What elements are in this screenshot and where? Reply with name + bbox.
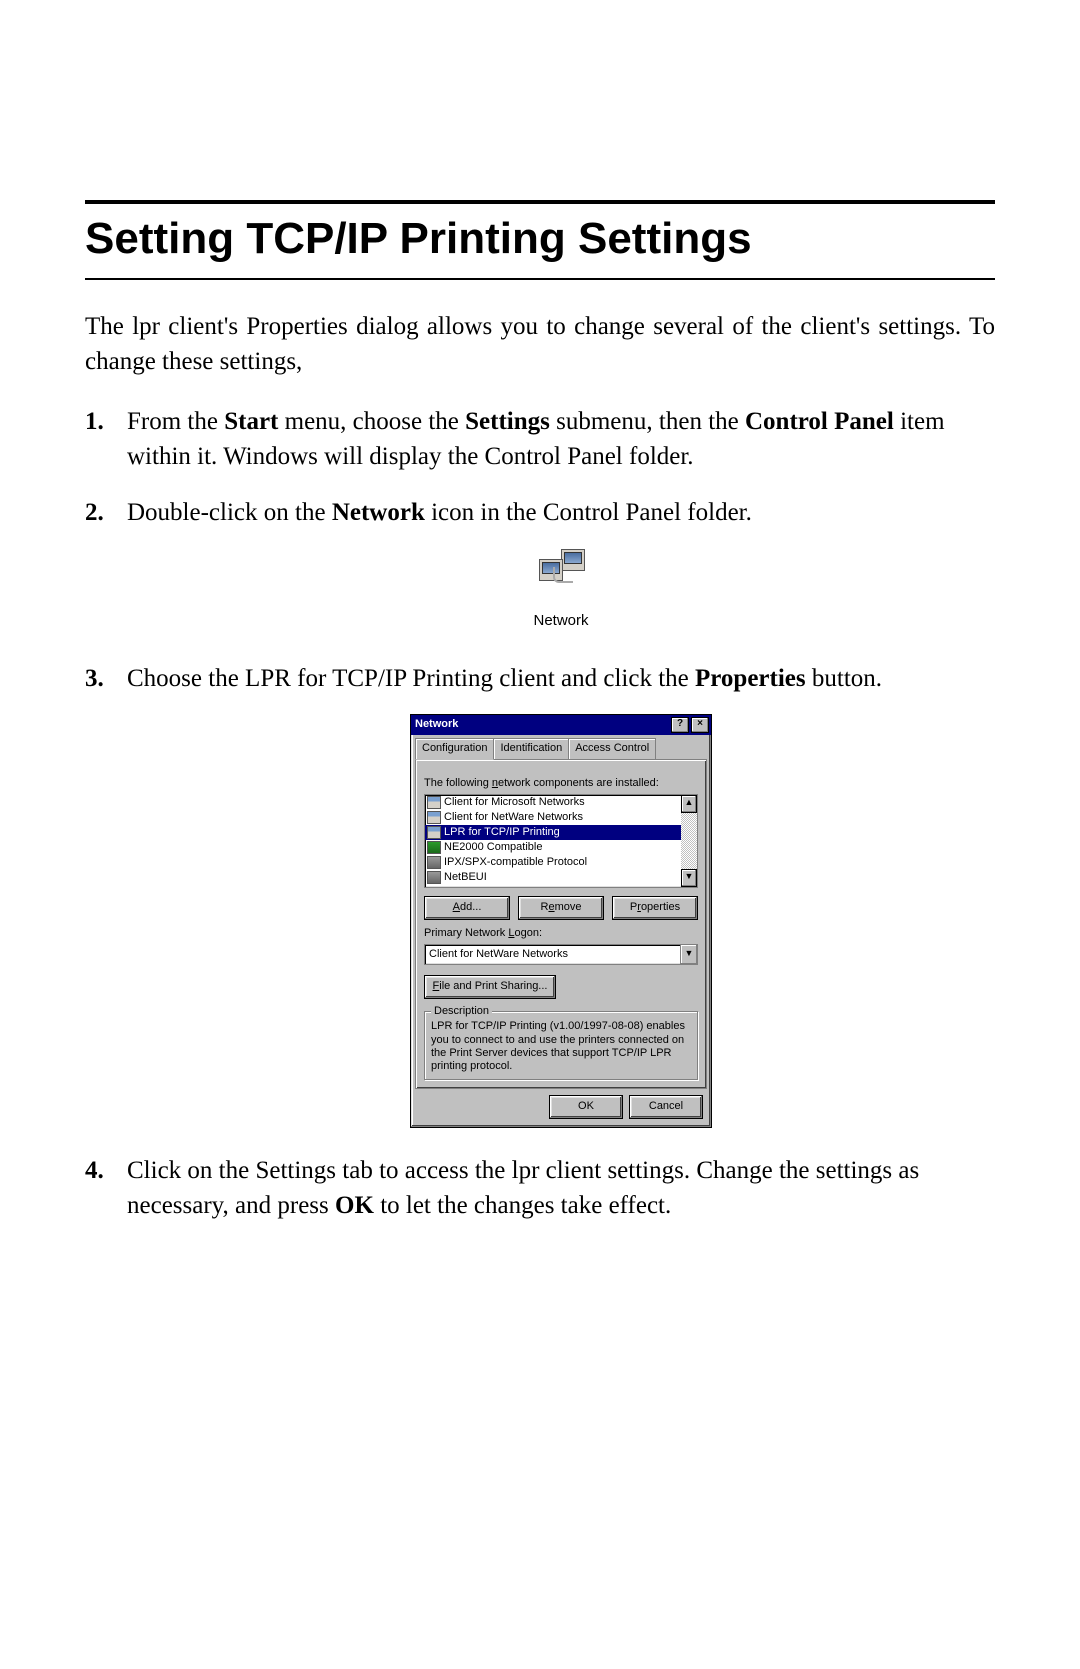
list-item-client-ms[interactable]: Client for Microsoft Networks (425, 795, 681, 810)
top-rule (85, 200, 995, 204)
step-4: Click on the Settings tab to access the … (85, 1154, 995, 1223)
add-button[interactable]: Add... (424, 896, 510, 920)
help-button[interactable]: ? (671, 717, 689, 733)
remove-button[interactable]: Remove (518, 896, 604, 920)
properties-button[interactable]: Properties (612, 896, 698, 920)
protocol-icon (427, 871, 441, 884)
step-4-text-b: to let the changes take effect. (374, 1192, 671, 1219)
step-3-bold-properties: Properties (695, 665, 806, 692)
client-icon (427, 796, 441, 809)
step-1-text-b: menu, choose the (278, 408, 465, 435)
list-item-netbeui[interactable]: NetBEUI (425, 870, 681, 885)
step-1-bold-start: Start (224, 408, 278, 435)
step-2: Double-click on the Network icon in the … (85, 496, 995, 636)
network-icon (539, 549, 583, 589)
tab-access-control[interactable]: Access Control (568, 738, 656, 759)
adapter-icon (427, 841, 441, 854)
network-icon-caption: Network (533, 612, 588, 629)
primary-logon-value: Client for NetWare Networks (425, 945, 680, 964)
step-4-bold-ok: OK (335, 1192, 374, 1219)
description-legend: Description (431, 1004, 492, 1019)
scroll-track[interactable] (681, 813, 697, 869)
client-icon (427, 811, 441, 824)
list-item-ne2000[interactable]: NE2000 Compatible (425, 840, 681, 855)
description-text: LPR for TCP/IP Printing (v1.00/1997-08-0… (431, 1020, 691, 1073)
components-label: The following network components are ins… (424, 776, 698, 791)
file-print-sharing-button[interactable]: File and Print Sharing... (424, 975, 556, 999)
step-3-text-b: button. (806, 665, 882, 692)
step-1-text-a: From the (127, 408, 224, 435)
description-group: Description LPR for TCP/IP Printing (v1.… (424, 1011, 698, 1080)
list-item-lpr-tcpip[interactable]: LPR for TCP/IP Printing (425, 825, 681, 840)
step-1: From the Start menu, choose the Settings… (85, 405, 995, 474)
scroll-up-button[interactable]: ▲ (681, 795, 697, 813)
step-1-bold-control-panel: Control Panel (745, 408, 894, 435)
network-dialog: Network ? × Configuration Identification… (410, 714, 712, 1128)
close-button[interactable]: × (691, 717, 709, 733)
primary-logon-combo[interactable]: Client for NetWare Networks ▼ (424, 944, 698, 965)
step-1-text-c: submenu, then the (550, 408, 745, 435)
page-title: Setting TCP/IP Printing Settings (85, 214, 995, 264)
step-2-text-b: icon in the Control Panel folder. (425, 499, 752, 526)
list-item-ipxspx[interactable]: IPX/SPX-compatible Protocol (425, 855, 681, 870)
tab-strip: Configuration Identification Access Cont… (415, 739, 707, 759)
dialog-title: Network (415, 717, 669, 732)
step-2-text-a: Double-click on the (127, 499, 332, 526)
step-1-bold-settings: Settings (465, 408, 550, 435)
list-item-client-netware[interactable]: Client for NetWare Networks (425, 810, 681, 825)
ok-button[interactable]: OK (549, 1095, 623, 1119)
tab-configuration[interactable]: Configuration (415, 738, 494, 760)
dialog-titlebar[interactable]: Network ? × (411, 715, 711, 735)
cancel-button[interactable]: Cancel (629, 1095, 703, 1119)
step-2-bold-network: Network (332, 499, 425, 526)
step-3: Choose the LPR for TCP/IP Printing clien… (85, 662, 995, 1129)
client-icon (427, 826, 441, 839)
scroll-down-button[interactable]: ▼ (681, 869, 697, 887)
listbox-scrollbar[interactable]: ▲ ▼ (681, 795, 697, 887)
tab-identification[interactable]: Identification (493, 738, 569, 759)
step-3-text-a: Choose the LPR for TCP/IP Printing clien… (127, 665, 695, 692)
components-listbox[interactable]: Client for Microsoft Networks Client for… (424, 794, 698, 888)
combo-arrow-icon[interactable]: ▼ (680, 945, 697, 964)
primary-logon-label: Primary Network Logon: (424, 926, 698, 941)
intro-paragraph: The lpr client's Properties dialog allow… (85, 310, 995, 379)
sub-rule (85, 278, 995, 280)
tab-panel-configuration: The following network components are ins… (415, 759, 707, 1089)
protocol-icon (427, 856, 441, 869)
